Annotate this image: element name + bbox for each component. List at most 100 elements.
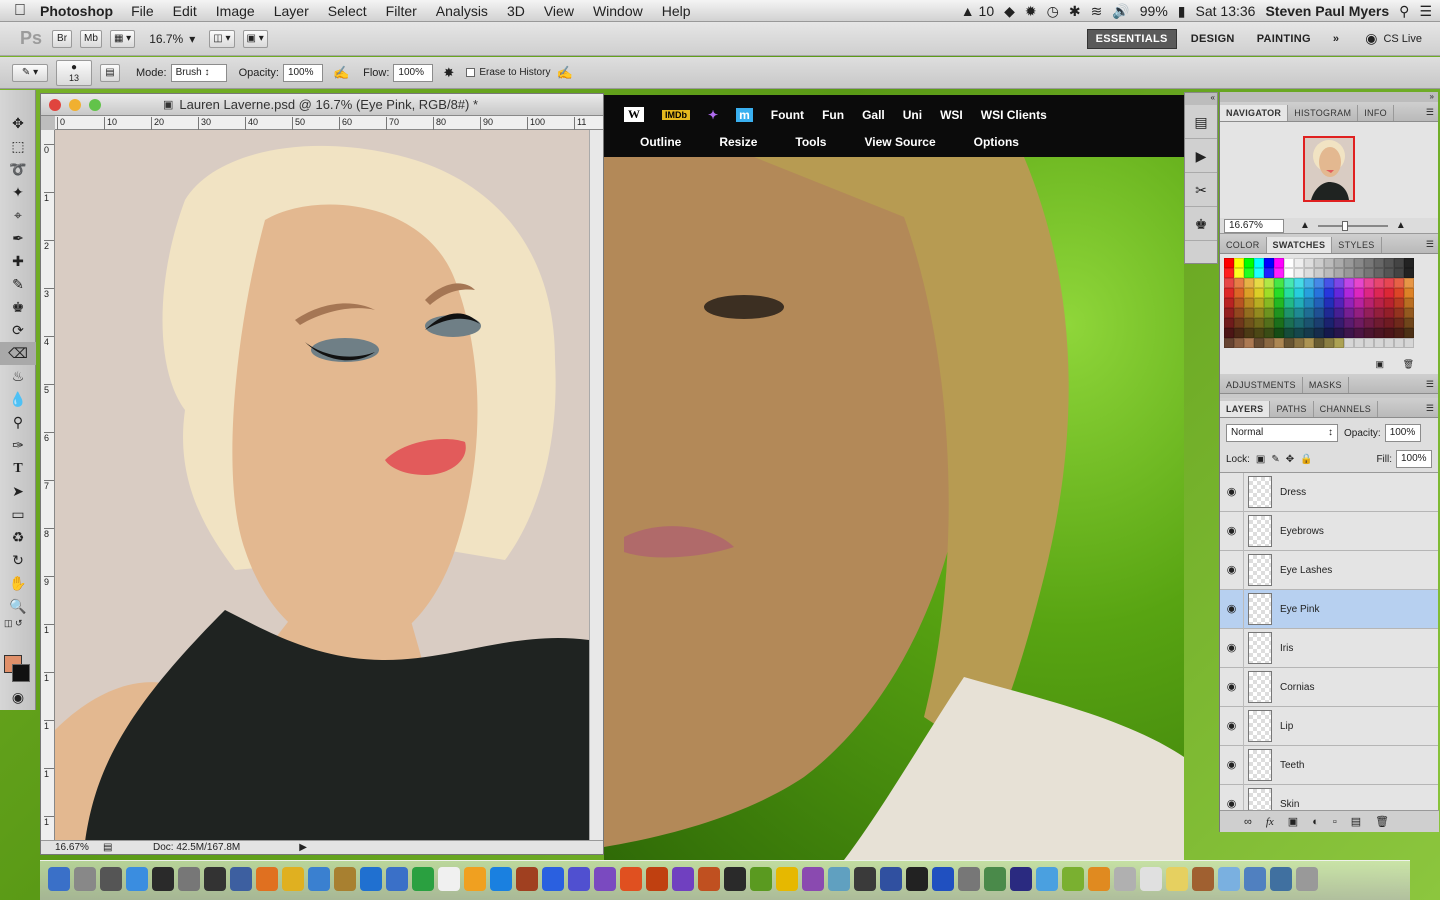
swatch[interactable]: [1404, 308, 1414, 318]
swatch[interactable]: [1284, 338, 1294, 348]
dock-app-icon[interactable]: [880, 867, 902, 891]
swatch[interactable]: [1374, 318, 1384, 328]
marquee-tool-icon[interactable]: ⬚: [0, 135, 36, 158]
document-scrollbar[interactable]: [589, 130, 603, 842]
clone-source-panel-icon[interactable]: ♚: [1185, 207, 1217, 241]
swatch[interactable]: [1254, 328, 1264, 338]
swatch[interactable]: [1394, 288, 1404, 298]
swatch-grid[interactable]: [1220, 254, 1438, 352]
swatch[interactable]: [1284, 298, 1294, 308]
swatch[interactable]: [1254, 268, 1264, 278]
swatch[interactable]: [1304, 328, 1314, 338]
swatch[interactable]: [1404, 298, 1414, 308]
swatch[interactable]: [1224, 338, 1234, 348]
swatch[interactable]: [1364, 338, 1374, 348]
swatch[interactable]: [1244, 258, 1254, 268]
tab-adjustments[interactable]: ADJUSTMENTS: [1220, 377, 1303, 393]
swatch[interactable]: [1384, 318, 1394, 328]
quick-select-tool-icon[interactable]: ✦: [0, 181, 36, 204]
swatch[interactable]: [1274, 338, 1284, 348]
blur-tool-icon[interactable]: 💧: [0, 388, 36, 411]
swatch[interactable]: [1274, 268, 1284, 278]
dock-app-icon[interactable]: [386, 867, 408, 891]
pressure-opacity-icon[interactable]: ✍: [333, 65, 349, 81]
panel-menu-icon[interactable]: ☰: [1426, 239, 1438, 253]
layer-row[interactable]: ◉ Eye Pink: [1220, 589, 1438, 629]
sync-icon[interactable]: ✹: [1025, 3, 1037, 20]
mini-bridge-button[interactable]: Mb: [80, 29, 102, 48]
workspace-essentials[interactable]: ESSENTIALS: [1086, 28, 1177, 49]
dock-app-icon[interactable]: [1010, 867, 1032, 891]
dock-app-icon[interactable]: [906, 867, 928, 891]
dock-app-icon[interactable]: [1218, 867, 1240, 891]
delete-layer-icon[interactable]: 🗑: [1375, 815, 1389, 828]
brush-tool-icon[interactable]: ✎: [0, 273, 36, 296]
swatch[interactable]: [1354, 308, 1364, 318]
menu-help[interactable]: Help: [662, 3, 691, 19]
eyedropper-tool-icon[interactable]: ✒: [0, 227, 36, 250]
dock-app-icon[interactable]: [1270, 867, 1292, 891]
dev-resize[interactable]: Resize: [719, 135, 757, 149]
swatch[interactable]: [1384, 338, 1394, 348]
bookmark-fount[interactable]: Fount: [771, 108, 804, 122]
bookmark-w-icon[interactable]: W: [624, 107, 644, 122]
clone-stamp-tool-icon[interactable]: ♚: [0, 296, 36, 319]
swatch[interactable]: [1374, 308, 1384, 318]
menu-image[interactable]: Image: [216, 3, 255, 19]
dock-app-icon[interactable]: [802, 867, 824, 891]
layer-row[interactable]: ◉ Cornias: [1220, 667, 1438, 707]
dock-app-icon[interactable]: [1244, 867, 1266, 891]
swatch[interactable]: [1264, 318, 1274, 328]
mode-select[interactable]: Brush ↕: [170, 63, 227, 82]
swatch[interactable]: [1394, 338, 1404, 348]
tool-preset-picker[interactable]: ✎ ▾: [12, 63, 48, 82]
zoom-dropdown-icon[interactable]: ▾: [189, 32, 195, 46]
erase-history-checkbox[interactable]: [466, 68, 476, 77]
swatch[interactable]: [1354, 328, 1364, 338]
workspace-design[interactable]: DESIGN: [1183, 30, 1243, 48]
swatch[interactable]: [1364, 258, 1374, 268]
swatch[interactable]: [1264, 278, 1274, 288]
visibility-eye-icon[interactable]: ◉: [1220, 589, 1244, 629]
swatch[interactable]: [1344, 338, 1354, 348]
tab-layers[interactable]: LAYERS: [1220, 401, 1271, 417]
swatch[interactable]: [1224, 288, 1234, 298]
bookmark-wsi[interactable]: WSI: [940, 108, 963, 122]
visibility-eye-icon[interactable]: ◉: [1220, 745, 1244, 785]
swatch[interactable]: [1354, 298, 1364, 308]
dock-app-icon[interactable]: [516, 867, 538, 891]
dock-app-icon[interactable]: [152, 867, 174, 891]
swatch[interactable]: [1284, 288, 1294, 298]
swatch[interactable]: [1274, 278, 1284, 288]
document-titlebar[interactable]: ▣ Lauren Laverne.psd @ 16.7% (Eye Pink, …: [41, 94, 603, 116]
layer-row[interactable]: ◉ Iris: [1220, 628, 1438, 668]
menu-edit[interactable]: Edit: [173, 3, 197, 19]
dock-app-icon[interactable]: [334, 867, 356, 891]
panel-menu-icon[interactable]: ☰: [1426, 403, 1438, 417]
menu-window[interactable]: Window: [593, 3, 643, 19]
new-swatch-icon[interactable]: ▣: [1375, 359, 1384, 370]
battery-icon[interactable]: ▮: [1178, 3, 1186, 20]
swatch[interactable]: [1304, 338, 1314, 348]
swatch[interactable]: [1314, 298, 1324, 308]
swatch[interactable]: [1264, 288, 1274, 298]
dock-app-icon[interactable]: [854, 867, 876, 891]
swatch[interactable]: [1354, 278, 1364, 288]
dock-app-icon[interactable]: [932, 867, 954, 891]
status-info-icon[interactable]: ▤: [103, 842, 123, 853]
bookmark-imdb-icon[interactable]: IMDb: [662, 109, 690, 120]
dock-app-icon[interactable]: [724, 867, 746, 891]
swatch[interactable]: [1374, 268, 1384, 278]
panel-strip-header[interactable]: «: [1185, 93, 1217, 105]
menu-select[interactable]: Select: [328, 3, 367, 19]
swatch[interactable]: [1364, 268, 1374, 278]
battery-status[interactable]: 99%: [1140, 3, 1168, 19]
dock-app-icon[interactable]: [620, 867, 642, 891]
bookmark-m-icon[interactable]: m: [736, 107, 753, 122]
swatch[interactable]: [1404, 318, 1414, 328]
swatch[interactable]: [1264, 298, 1274, 308]
tool-presets-panel-icon[interactable]: ✂: [1185, 173, 1217, 207]
swatch[interactable]: [1404, 328, 1414, 338]
dock-app-icon[interactable]: [1192, 867, 1214, 891]
panel-menu-icon[interactable]: ☰: [1426, 379, 1438, 393]
